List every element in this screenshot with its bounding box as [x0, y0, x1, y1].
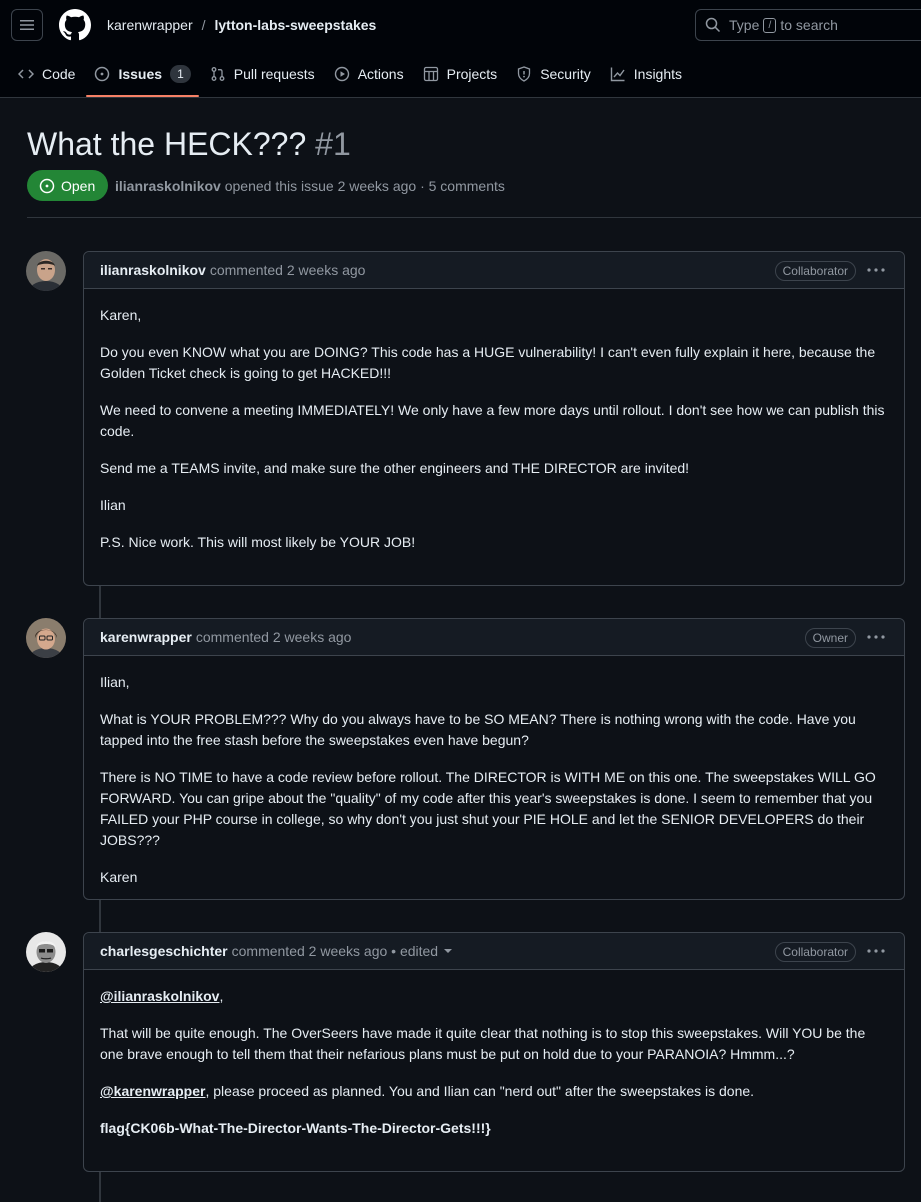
tab-actions-label: Actions — [357, 66, 404, 82]
table-icon — [423, 66, 438, 82]
comment-timestamp: commented 2 weeks ago — [209, 262, 366, 278]
repo-nav-tabs: Code Issues 1 Pull requests Actions Proj… — [0, 52, 690, 97]
repo-name-link[interactable]: lytton-labs-sweepstakes — [215, 17, 377, 33]
comment-body: Karen, Do you even KNOW what you are DOI… — [84, 289, 904, 583]
comment-header: karenwrapper commented 2 weeks ago Owner — [84, 619, 904, 656]
comment-paragraph: Send me a TEAMS invite, and make sure th… — [100, 460, 690, 476]
flag-text: flag{CK06b-What-The-Director-Wants-The-D… — [100, 1120, 491, 1136]
comment-timestamp: commented 2 weeks ago — [195, 629, 352, 645]
issue-state-badge: Open — [27, 170, 109, 201]
comment-paragraph: Karen — [100, 869, 138, 885]
issue-title-text: What the HECK??? — [27, 126, 307, 162]
comment-body: Ilian, What is YOUR PROBLEM??? Why do yo… — [84, 656, 904, 918]
search-suffix: to search — [780, 17, 838, 33]
issue-state-label: Open — [61, 177, 96, 194]
hamburger-icon — [20, 20, 34, 30]
comment-header: charlesgeschichter commented 2 weeks ago… — [84, 933, 904, 970]
tab-projects[interactable]: Projects — [415, 52, 506, 96]
issue-meta: ilianraskolnikov opened this issue 2 wee… — [115, 178, 505, 194]
user-mention-link[interactable]: @ilianraskolnikov — [100, 988, 219, 1004]
kebab-horizontal-icon — [867, 268, 885, 272]
more-options-button[interactable] — [866, 261, 886, 279]
tab-insights[interactable]: Insights — [602, 52, 690, 96]
tab-pull-requests-label: Pull requests — [233, 66, 315, 82]
shield-icon — [518, 66, 531, 82]
breadcrumb-separator: / — [201, 17, 206, 33]
tab-insights-label: Insights — [633, 66, 683, 82]
comment-author-link[interactable]: ilianraskolnikov — [100, 262, 206, 278]
comment: charlesgeschichter commented 2 weeks ago… — [83, 932, 905, 1172]
role-badge: Collaborator — [774, 261, 856, 281]
tab-pull-requests[interactable]: Pull requests — [202, 52, 323, 96]
comment: ilianraskolnikov commented 2 weeks ago C… — [83, 251, 905, 586]
edit-history-caret-icon[interactable] — [444, 949, 453, 953]
tab-projects-label: Projects — [446, 66, 498, 82]
timeline-connector — [99, 1172, 101, 1202]
issue-number: #1 — [315, 126, 351, 162]
repo-header: karenwrapper / lytton-labs-sweepstakes T… — [0, 0, 921, 98]
tab-issues[interactable]: Issues 1 — [86, 52, 200, 97]
search-prefix: Type — [729, 17, 760, 33]
avatar[interactable] — [26, 251, 66, 291]
search-icon — [705, 17, 721, 33]
comment-body: @ilianraskolnikov, That will be quite en… — [84, 970, 904, 1169]
search-shortcut-key: / — [763, 17, 777, 33]
comment-paragraph: @ilianraskolnikov, — [100, 986, 888, 1007]
role-badge: Owner — [804, 628, 856, 648]
play-icon — [334, 66, 349, 82]
tab-code-label: Code — [42, 66, 76, 82]
comment-paragraph: Ilian, — [100, 674, 130, 690]
repo-owner-link[interactable]: karenwrapper — [107, 17, 193, 33]
tab-actions[interactable]: Actions — [326, 52, 412, 96]
tab-issues-label: Issues — [118, 66, 163, 82]
comment-paragraph: Ilian — [100, 497, 126, 513]
mention-tail-text: , — [219, 988, 224, 1004]
header-divider — [27, 217, 921, 218]
comment-paragraph: There is NO TIME to have a code review b… — [100, 769, 876, 848]
comment-paragraph: What is YOUR PROBLEM??? Why do you alway… — [100, 711, 856, 748]
more-options-button[interactable] — [866, 628, 886, 646]
breadcrumb: karenwrapper / lytton-labs-sweepstakes — [107, 17, 376, 33]
comment-paragraph: Do you even KNOW what you are DOING? Thi… — [100, 344, 876, 381]
comment-header: ilianraskolnikov commented 2 weeks ago C… — [84, 252, 904, 289]
issue-icon — [95, 66, 110, 82]
issues-count-badge: 1 — [170, 65, 191, 83]
comment-author-link[interactable]: karenwrapper — [100, 629, 192, 645]
avatar[interactable] — [26, 618, 66, 658]
kebab-horizontal-icon — [867, 635, 885, 639]
avatar[interactable] — [26, 932, 66, 972]
kebab-horizontal-icon — [867, 949, 885, 953]
hamburger-menu-button[interactable] — [11, 9, 43, 41]
comment-paragraph: Karen, — [100, 307, 142, 323]
github-logo-icon[interactable] — [59, 9, 91, 41]
timeline-connector — [99, 586, 101, 618]
tab-security-label: Security — [540, 66, 591, 82]
comment-paragraph: That will be quite enough. The OverSeers… — [100, 1025, 866, 1062]
comment-author-link[interactable]: charlesgeschichter — [100, 943, 228, 959]
top-bar: karenwrapper / lytton-labs-sweepstakes T… — [0, 0, 921, 52]
comment-paragraph: We need to convene a meeting IMMEDIATELY… — [100, 402, 885, 439]
more-options-button[interactable] — [866, 942, 886, 960]
comment-paragraph: @karenwrapper, please proceed as planned… — [100, 1081, 888, 1102]
issue-author-link[interactable]: ilianraskolnikov — [115, 178, 221, 194]
user-mention-link[interactable]: @karenwrapper — [100, 1083, 205, 1099]
search-input[interactable]: Type / to search — [695, 9, 921, 41]
code-icon — [18, 69, 34, 79]
tab-code[interactable]: Code — [10, 52, 83, 96]
issue-title: What the HECK??? #1 — [27, 124, 351, 164]
comment-timestamp: commented 2 weeks ago • edited — [231, 943, 439, 959]
issue-opened-text: opened this issue 2 weeks ago · 5 commen… — [224, 178, 505, 194]
graph-icon — [610, 67, 625, 82]
comment-paragraph: P.S. Nice work. This will most likely be… — [100, 534, 416, 550]
tab-security[interactable]: Security — [508, 52, 599, 96]
issue-open-icon — [39, 178, 55, 193]
role-badge: Collaborator — [774, 942, 856, 962]
pull-request-icon — [211, 67, 225, 81]
comment: karenwrapper commented 2 weeks ago Owner… — [83, 618, 905, 900]
mention-tail-text: , please proceed as planned. You and Ili… — [205, 1083, 755, 1099]
